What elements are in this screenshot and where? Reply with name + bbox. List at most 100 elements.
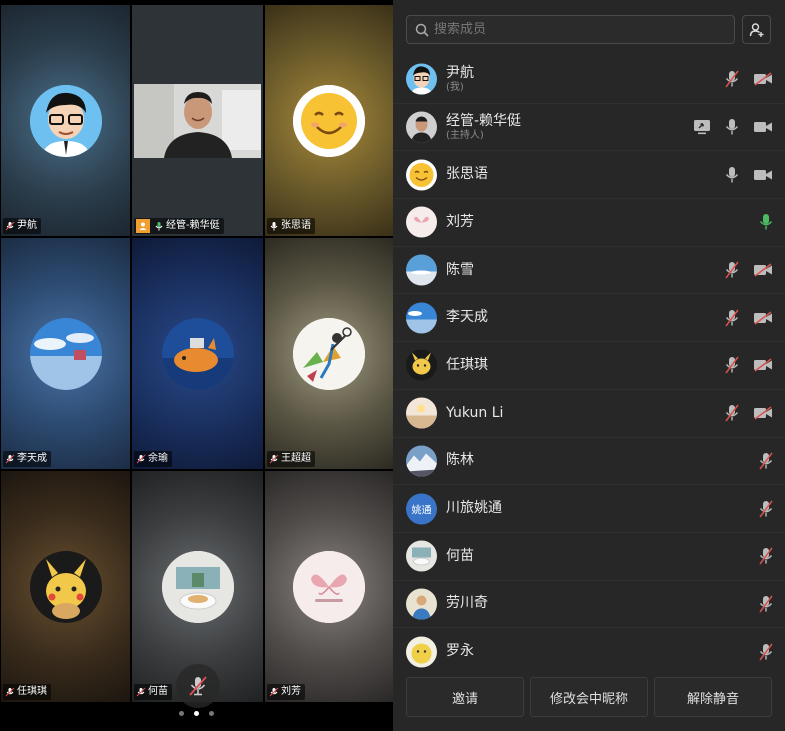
video-tile[interactable]: 张思语 <box>265 5 393 236</box>
member-row[interactable]: 姚通 川旅姚通 <box>393 485 785 533</box>
mic-muted-icon[interactable] <box>725 404 739 422</box>
mic-muted-icon[interactable] <box>725 261 739 279</box>
mic-muted-icon <box>136 454 146 464</box>
avatar <box>293 84 365 157</box>
add-member-button[interactable] <box>742 15 771 44</box>
mic-muted-icon[interactable] <box>759 547 773 565</box>
tile-name-label: 经管-赖华侹 <box>134 218 224 234</box>
member-row[interactable]: 尹航 (我) <box>393 56 785 104</box>
member-text: 经管-赖华侹 (主持人) <box>446 104 521 151</box>
mic-muted-icon[interactable] <box>759 452 773 470</box>
page-indicator[interactable] <box>0 711 393 716</box>
member-avatar <box>406 349 437 381</box>
camera-off-icon[interactable] <box>753 358 773 373</box>
member-name: 经管-赖华侹 <box>446 112 522 129</box>
member-row[interactable]: 李天成 <box>393 294 785 343</box>
mic-muted-icon <box>269 687 279 697</box>
member-row[interactable]: Yukun Li <box>393 390 785 438</box>
member-row[interactable]: 刘芳 <box>393 199 785 247</box>
member-avatar <box>406 636 437 668</box>
member-name: Yukun Li <box>446 404 504 421</box>
member-text: 张思语 <box>446 151 488 198</box>
rename-button[interactable]: 修改会中昵称 <box>530 677 648 717</box>
tile-name-label: 余瑜 <box>134 451 172 467</box>
member-row[interactable]: 任琪琪 <box>393 342 785 390</box>
member-text: 罗永 <box>446 628 474 668</box>
camera-off-icon[interactable] <box>753 311 773 325</box>
page-dot[interactable] <box>209 711 214 716</box>
member-name: 任琪琪 <box>446 356 488 373</box>
mic-active-icon[interactable] <box>759 213 773 231</box>
member-name: 尹航 <box>446 64 474 81</box>
member-row[interactable]: 张思语 <box>393 151 785 200</box>
mic-muted-icon <box>5 454 15 464</box>
tile-name-label: 尹航 <box>3 218 41 234</box>
search-input[interactable] <box>434 22 724 37</box>
member-row[interactable]: 何苗 <box>393 533 785 581</box>
avatar <box>29 317 102 390</box>
video-tile-active-speaker[interactable]: 经管-赖华侹 <box>132 5 263 236</box>
add-user-icon <box>749 22 763 37</box>
camera-off-icon[interactable] <box>753 72 773 86</box>
camera-off-icon[interactable] <box>753 263 773 277</box>
avatar <box>293 550 365 623</box>
mic-muted-icon[interactable] <box>759 500 773 518</box>
screen-share-icon[interactable] <box>693 119 711 135</box>
member-status-icons <box>725 294 773 341</box>
avatar <box>29 84 102 157</box>
host-icon <box>136 219 150 233</box>
member-text: 李天成 <box>446 294 488 341</box>
member-avatar <box>406 540 437 572</box>
avatar <box>29 550 102 623</box>
video-tile[interactable]: 余瑜 <box>132 238 263 469</box>
member-avatar <box>406 588 437 620</box>
mic-muted-icon[interactable] <box>725 70 739 88</box>
member-avatar <box>406 397 437 429</box>
member-row[interactable]: 劳川奇 <box>393 581 785 629</box>
mic-muted-icon[interactable] <box>725 309 739 327</box>
search-box[interactable] <box>406 15 735 44</box>
page-dot-current[interactable] <box>194 711 199 716</box>
video-tile[interactable]: 李天成 <box>1 238 130 469</box>
video-tile[interactable]: 王超超 <box>265 238 393 469</box>
mic-muted-icon <box>5 221 15 231</box>
page-dot[interactable] <box>179 711 184 716</box>
member-name: 何苗 <box>446 547 474 564</box>
video-tile[interactable]: 任琪琪 <box>1 471 130 702</box>
member-status-icons <box>759 199 773 246</box>
unmute-all-button[interactable]: 解除静音 <box>654 677 772 717</box>
camera-icon[interactable] <box>753 168 773 182</box>
member-row[interactable]: 经管-赖华侹 (主持人) <box>393 104 785 152</box>
member-list[interactable]: 尹航 (我) 经管-赖华侹 (主持人) 张思语刘芳 陈雪李天成任琪琪 Yukun Li 陈林姚… <box>393 56 785 668</box>
camera-off-icon[interactable] <box>753 406 773 420</box>
member-text: 尹航 (我) <box>446 56 474 103</box>
mic-muted-icon <box>189 676 207 696</box>
member-name: 李天成 <box>446 309 488 326</box>
avatar <box>161 550 234 623</box>
member-text: 任琪琪 <box>446 342 488 389</box>
video-tile[interactable]: 刘芳 <box>265 471 393 702</box>
mic-icon[interactable] <box>725 166 739 184</box>
video-tile[interactable]: 尹航 <box>1 5 130 236</box>
camera-icon[interactable] <box>753 120 773 134</box>
member-row[interactable]: 陈林 <box>393 438 785 486</box>
mic-icon[interactable] <box>725 118 739 136</box>
member-text: 劳川奇 <box>446 581 488 628</box>
invite-button[interactable]: 邀请 <box>406 677 524 717</box>
member-row[interactable]: 陈雪 <box>393 247 785 295</box>
mute-toggle-button[interactable] <box>176 664 220 708</box>
avatar <box>161 317 234 390</box>
mic-muted-icon[interactable] <box>759 643 773 661</box>
member-status-icons <box>725 56 773 103</box>
camera-video <box>134 84 261 158</box>
member-row[interactable]: 罗永 <box>393 628 785 668</box>
mic-muted-icon <box>136 687 146 697</box>
video-grid: 尹航 经管-赖华侹 张思语 李天成 余瑜 王超超 任琪琪 何苗 刘芳 <box>0 0 393 731</box>
mic-muted-icon[interactable] <box>759 595 773 613</box>
member-avatar <box>406 254 437 286</box>
mic-muted-icon[interactable] <box>725 356 739 374</box>
member-name: 张思语 <box>446 166 488 183</box>
member-avatar <box>406 302 437 334</box>
member-text: Yukun Li <box>446 390 503 437</box>
member-status-icons <box>725 342 773 389</box>
